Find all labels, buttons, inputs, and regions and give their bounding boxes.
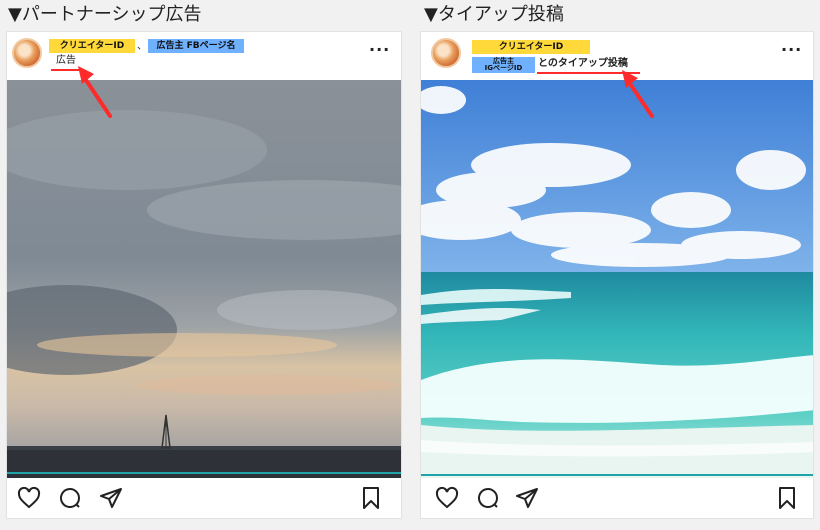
creator-id-tag[interactable]: クリエイターID: [472, 40, 590, 54]
heart-icon[interactable]: [435, 486, 459, 510]
post-actions-bar: [7, 478, 401, 518]
advertiser-page-tag[interactable]: 広告主 FBページ名: [148, 39, 244, 53]
heart-icon[interactable]: [17, 486, 41, 510]
separator-text: 、: [137, 41, 147, 52]
red-arrow-icon: [78, 66, 112, 118]
partnership-ad-heading: ▼パートナーシップ広告: [8, 4, 202, 25]
bookmark-icon[interactable]: [359, 486, 383, 510]
share-icon[interactable]: [99, 486, 123, 510]
post-image-evening-sky: [7, 80, 401, 478]
comment-icon[interactable]: [58, 486, 82, 510]
avatar[interactable]: [431, 38, 461, 68]
creator-id-tag[interactable]: クリエイターID: [49, 39, 135, 53]
red-arrow-icon: [622, 70, 654, 118]
avatar[interactable]: [12, 38, 42, 68]
post-image-ocean-beach: [421, 80, 813, 478]
advertiser-ig-tag[interactable]: 広告主 IGページID: [472, 57, 535, 73]
more-options-icon[interactable]: ···: [369, 42, 390, 58]
comment-icon[interactable]: [476, 486, 500, 510]
ocean-beach-photo: [421, 80, 813, 478]
tieup-post-heading: ▼タイアップ投稿: [424, 4, 564, 25]
more-options-icon[interactable]: ···: [781, 42, 802, 58]
post-actions-bar: [421, 478, 813, 518]
bookmark-icon[interactable]: [775, 486, 799, 510]
post-header: クリエイターID 、 広告主 FBページ名 広告 ···: [7, 32, 401, 80]
partnership-ad-post-card: クリエイターID 、 広告主 FBページ名 広告 ···: [6, 31, 402, 519]
evening-sky-photo: [7, 80, 401, 478]
advertiser-ig-tag-line2: IGページID: [484, 64, 523, 72]
share-icon[interactable]: [515, 486, 539, 510]
